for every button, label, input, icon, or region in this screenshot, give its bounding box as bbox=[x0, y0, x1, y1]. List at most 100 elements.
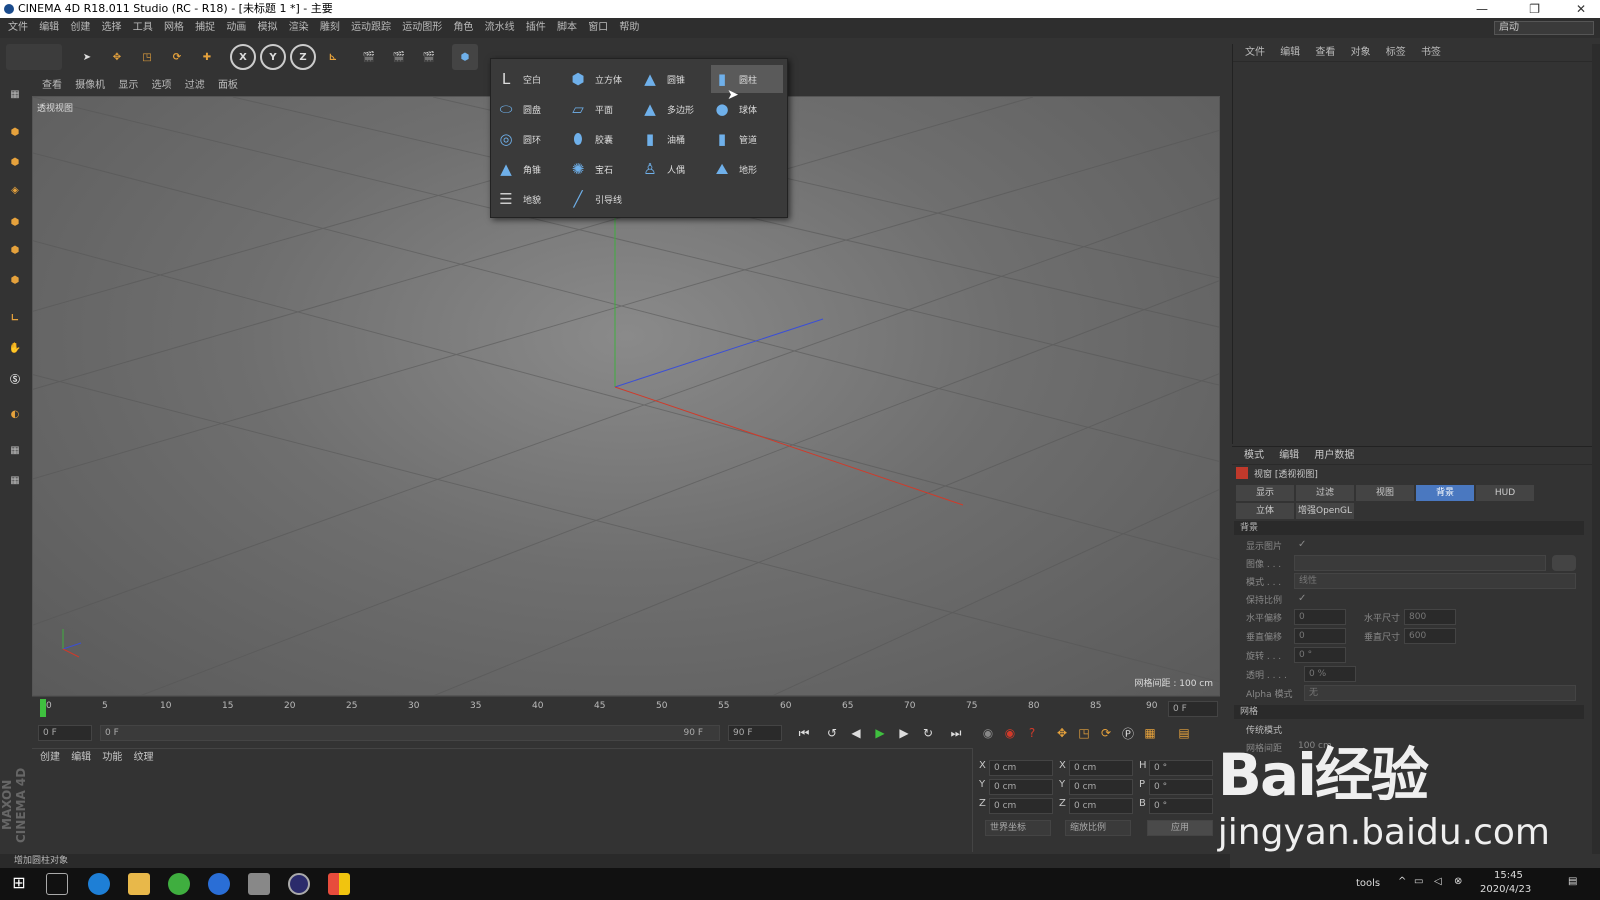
lock-workplane-icon[interactable]: ▦ bbox=[3, 438, 27, 462]
frame-range-slider[interactable]: 0 F 90 F bbox=[100, 725, 720, 741]
tools-toolbar-label[interactable]: tools bbox=[1356, 878, 1380, 889]
attr-menu-mode[interactable]: 模式 bbox=[1244, 450, 1264, 461]
polygons-mode-icon[interactable]: ⬢ bbox=[3, 268, 27, 292]
tweak-mode-icon[interactable]: ✋ bbox=[3, 336, 27, 360]
windows-start-icon[interactable]: ⊞ bbox=[8, 873, 30, 895]
attr-menu-userdata[interactable]: 用户数据 bbox=[1314, 450, 1354, 461]
keep-ratio-checkbox[interactable]: ✓ bbox=[1298, 593, 1306, 604]
popup-item-figure[interactable]: ♙ 人偶 bbox=[639, 155, 711, 183]
texture-mode-icon[interactable]: ⬢ bbox=[3, 150, 27, 174]
points-mode-icon[interactable]: ⬢ bbox=[3, 210, 27, 234]
tab-hud[interactable]: HUD bbox=[1476, 485, 1534, 501]
network-icon[interactable]: ▭ bbox=[1414, 876, 1423, 887]
h-offset-field[interactable]: 0 bbox=[1294, 609, 1346, 625]
scale-mode-select[interactable]: 缩放比例 bbox=[1065, 820, 1131, 836]
menu-sculpt[interactable]: 雕刻 bbox=[320, 18, 340, 38]
menu-motion-tracking[interactable]: 运动跟踪 bbox=[351, 18, 391, 38]
h-size-field[interactable]: 800 bbox=[1404, 609, 1456, 625]
workplane-icon[interactable]: ◈ bbox=[3, 178, 27, 202]
object-menu-view[interactable]: 查看 bbox=[1315, 47, 1335, 58]
popup-item-landscape[interactable]: ⛰ 地形 bbox=[711, 155, 783, 183]
app-green-icon[interactable] bbox=[168, 873, 190, 895]
file-explorer-icon[interactable] bbox=[128, 873, 150, 895]
key-rotation-icon[interactable]: ⟳ bbox=[1096, 724, 1116, 742]
menu-character[interactable]: 角色 bbox=[453, 18, 473, 38]
popup-item-pyramid[interactable]: ▲ 角锥 bbox=[495, 155, 567, 183]
close-icon[interactable]: ✕ bbox=[1576, 0, 1586, 18]
next-frame-icon[interactable]: ▶ bbox=[894, 724, 914, 742]
ime-icon[interactable]: ⊗ bbox=[1454, 876, 1462, 887]
menu-file[interactable]: 文件 bbox=[8, 18, 28, 38]
rotate-icon[interactable]: ⟳ bbox=[164, 44, 190, 70]
model-mode-icon[interactable]: ⬢ bbox=[3, 120, 27, 144]
rot-h-field[interactable]: 0 ° bbox=[1149, 760, 1213, 776]
tray-chevron-icon[interactable]: ^ bbox=[1398, 876, 1406, 887]
end-frame-field[interactable]: 90 F bbox=[728, 725, 782, 741]
render-picture-viewer-icon[interactable]: 🎬 bbox=[386, 44, 412, 70]
keyframe-selection-icon[interactable]: ? bbox=[1022, 724, 1042, 742]
pos-y-field[interactable]: 0 cm bbox=[989, 779, 1053, 795]
popup-item-capsule[interactable]: ⬮ 胶囊 bbox=[567, 125, 639, 153]
play-icon[interactable]: ▶ bbox=[870, 724, 890, 742]
apply-button[interactable]: 应用 bbox=[1147, 820, 1213, 836]
rot-p-field[interactable]: 0 ° bbox=[1149, 779, 1213, 795]
viewport-menu-panel[interactable]: 面板 bbox=[218, 80, 238, 91]
coordinate-system-icon[interactable]: ⊾ bbox=[320, 44, 346, 70]
viewport-menu-display[interactable]: 显示 bbox=[118, 80, 138, 91]
x-axis-icon[interactable]: X bbox=[230, 44, 256, 70]
pos-x-field[interactable]: 0 cm bbox=[989, 760, 1053, 776]
z-axis-icon[interactable]: Z bbox=[290, 44, 316, 70]
menu-mograph[interactable]: 运动图形 bbox=[402, 18, 442, 38]
tab-display[interactable]: 显示 bbox=[1236, 485, 1294, 501]
volume-icon[interactable]: ◁ bbox=[1434, 876, 1442, 887]
popup-item-oiltank[interactable]: ▮ 油桶 bbox=[639, 125, 711, 153]
goto-start-icon[interactable]: ⏮ bbox=[794, 724, 814, 742]
v-size-field[interactable]: 600 bbox=[1404, 628, 1456, 644]
object-menu-tags[interactable]: 标签 bbox=[1386, 47, 1406, 58]
key-scale-icon[interactable]: ◳ bbox=[1074, 724, 1094, 742]
menu-snap[interactable]: 捕捉 bbox=[195, 18, 215, 38]
tab-enhanced-opengl[interactable]: 增强OpenGL bbox=[1296, 503, 1354, 519]
tab-stereo[interactable]: 立体 bbox=[1236, 503, 1294, 519]
popup-item-disc[interactable]: ⬭ 圆盘 bbox=[495, 95, 567, 123]
coordinate-space-select[interactable]: 世界坐标 bbox=[985, 820, 1051, 836]
menu-render[interactable]: 渲染 bbox=[289, 18, 309, 38]
object-menu-bookmarks[interactable]: 书签 bbox=[1421, 47, 1441, 58]
image-path-field[interactable] bbox=[1294, 555, 1546, 571]
attr-menu-edit[interactable]: 编辑 bbox=[1279, 450, 1299, 461]
mode-select[interactable]: 线性 bbox=[1294, 573, 1576, 589]
object-menu-file[interactable]: 文件 bbox=[1245, 47, 1265, 58]
scale-icon[interactable]: ◳ bbox=[134, 44, 160, 70]
menu-edit[interactable]: 编辑 bbox=[39, 18, 59, 38]
app-gray-icon[interactable] bbox=[248, 873, 270, 895]
axis-mode-icon[interactable]: ∟ bbox=[3, 306, 27, 330]
add-icon[interactable]: ✚ bbox=[194, 44, 220, 70]
browser-blue-icon[interactable] bbox=[208, 873, 230, 895]
autokey-icon[interactable]: ◉ bbox=[1000, 724, 1020, 742]
menu-pipeline[interactable]: 流水线 bbox=[485, 18, 515, 38]
popup-item-sphere[interactable]: ● 球体 bbox=[711, 95, 783, 123]
size-z-field[interactable]: 0 cm bbox=[1069, 798, 1133, 814]
prev-key-icon[interactable]: ↺ bbox=[822, 724, 842, 742]
side-tab-strip[interactable] bbox=[1592, 44, 1600, 854]
viewport-menu-options[interactable]: 选项 bbox=[152, 80, 172, 91]
popup-item-polygon[interactable]: ▲ 多边形 bbox=[639, 95, 711, 123]
edges-mode-icon[interactable]: ⬢ bbox=[3, 238, 27, 262]
tab-background[interactable]: 背景 bbox=[1416, 485, 1474, 501]
material-menu-create[interactable]: 创建 bbox=[40, 752, 60, 763]
cube-primitive-icon[interactable]: ⬢ bbox=[452, 44, 478, 70]
timeline-ruler[interactable]: 0 5 10 15 20 25 30 35 40 45 50 55 60 65 … bbox=[32, 696, 1220, 720]
menu-help[interactable]: 帮助 bbox=[619, 18, 639, 38]
size-y-field[interactable]: 0 cm bbox=[1069, 779, 1133, 795]
move-icon[interactable]: ✥ bbox=[104, 44, 130, 70]
restore-icon[interactable]: ❐ bbox=[1529, 0, 1540, 18]
timeline-window-icon[interactable]: ▤ bbox=[1174, 724, 1194, 742]
tab-view[interactable]: 视图 bbox=[1356, 485, 1414, 501]
transparency-field[interactable]: 0 % bbox=[1304, 666, 1356, 682]
next-key-icon[interactable]: ↻ bbox=[918, 724, 938, 742]
image-browse-button[interactable] bbox=[1552, 555, 1576, 571]
menu-create[interactable]: 创建 bbox=[70, 18, 90, 38]
alpha-mode-select[interactable]: 无 bbox=[1304, 685, 1576, 701]
show-image-checkbox[interactable]: ✓ bbox=[1298, 539, 1306, 550]
menu-simulate[interactable]: 模拟 bbox=[258, 18, 278, 38]
